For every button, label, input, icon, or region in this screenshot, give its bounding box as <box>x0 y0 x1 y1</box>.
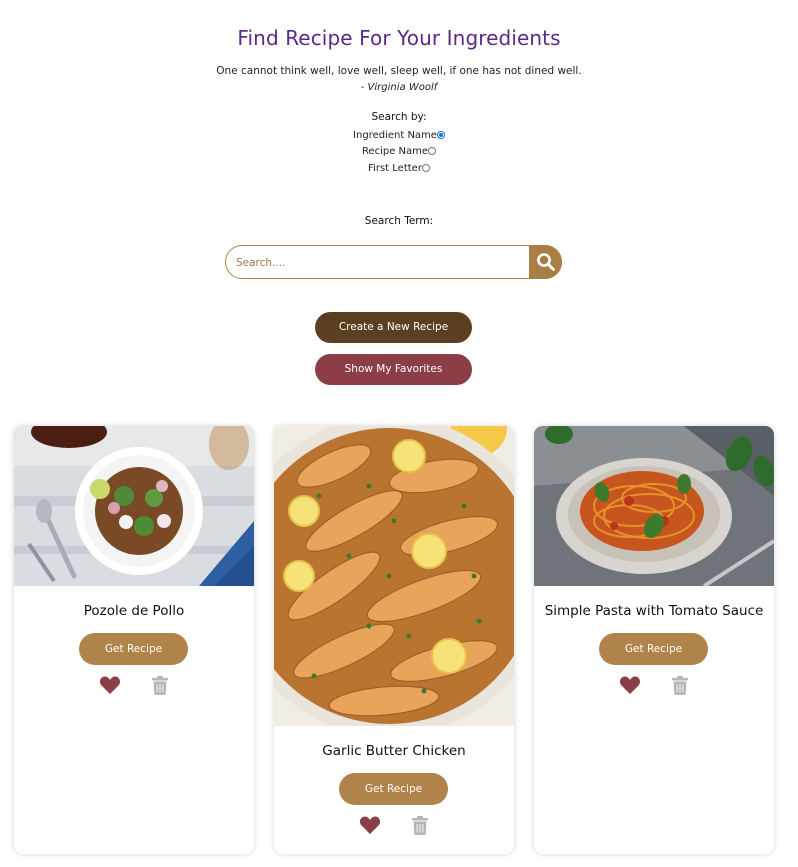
radio-button-recipe[interactable] <box>428 146 437 155</box>
trash-icon[interactable] <box>152 676 168 695</box>
search-term-label: Search Term: <box>364 215 434 227</box>
radio-button-first-letter[interactable] <box>421 163 430 172</box>
search-icon <box>537 253 555 271</box>
recipe-image-pozole[interactable] <box>14 426 254 586</box>
trash-icon[interactable] <box>412 816 428 835</box>
heart-icon[interactable] <box>359 815 381 835</box>
radio-option-ingredient[interactable]: Ingredient Name <box>0 130 798 142</box>
get-recipe-button[interactable]: Get Recipe <box>599 633 708 665</box>
recipe-title: Simple Pasta with Tomato Sauce <box>544 603 764 619</box>
radio-label: First Letter <box>368 163 422 174</box>
search-box <box>225 245 562 279</box>
recipe-title: Garlic Butter Chicken <box>322 743 466 759</box>
heart-icon[interactable] <box>99 675 121 695</box>
quote-author: - Virginia Woolf <box>0 82 798 93</box>
radio-label: Recipe Name <box>361 146 429 157</box>
quote-text: One cannot think well, love well, sleep … <box>216 65 582 77</box>
recipe-image-pasta[interactable] <box>534 426 774 586</box>
author-dash: - <box>360 82 368 93</box>
radio-button-ingredient[interactable] <box>436 130 445 139</box>
get-recipe-button[interactable]: Get Recipe <box>79 633 188 665</box>
radio-option-first-letter[interactable]: First Letter <box>0 163 798 175</box>
search-button[interactable] <box>529 245 562 279</box>
radio-label: Ingredient Name <box>353 130 437 141</box>
page-title: Find Recipe For Your Ingredients <box>237 26 561 50</box>
recipe-title: Pozole de Pollo <box>83 603 185 619</box>
author-name: Virginia Woolf <box>367 82 438 93</box>
recipe-image-garlic-chicken[interactable] <box>274 426 514 726</box>
create-recipe-button[interactable]: Create a New Recipe <box>315 312 472 343</box>
radio-option-recipe[interactable]: Recipe Name <box>0 146 798 158</box>
recipe-card: Pozole de Pollo Get Recipe <box>14 426 254 854</box>
search-by-label: Search by: <box>371 111 427 123</box>
get-recipe-button[interactable]: Get Recipe <box>339 773 448 805</box>
show-favorites-button[interactable]: Show My Favorites <box>315 354 472 385</box>
recipe-card: Simple Pasta with Tomato Sauce Get Recip… <box>534 426 774 854</box>
trash-icon[interactable] <box>672 676 688 695</box>
heart-icon[interactable] <box>619 675 641 695</box>
recipe-card: Garlic Butter Chicken Get Recipe <box>274 426 514 854</box>
search-input[interactable] <box>236 254 516 272</box>
